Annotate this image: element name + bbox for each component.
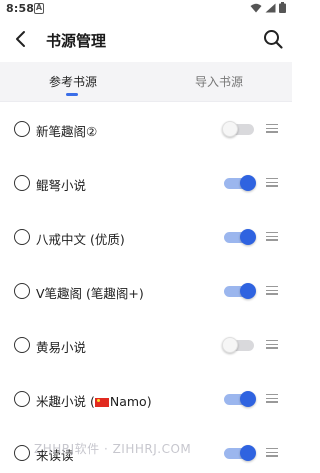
- list-item[interactable]: 新笔趣阁②: [0, 102, 292, 156]
- radio-button[interactable]: [14, 229, 30, 245]
- drag-handle-icon[interactable]: [266, 340, 278, 350]
- enable-toggle[interactable]: [222, 229, 256, 245]
- drag-handle-icon[interactable]: [266, 448, 278, 458]
- source-name: 新笔趣阁②: [36, 124, 98, 139]
- radio-button[interactable]: [14, 391, 30, 407]
- tab-reference-sources[interactable]: 参考书源: [0, 62, 146, 102]
- wifi-icon: [250, 3, 262, 12]
- list-item[interactable]: 米趣小说 ( Namo): [0, 372, 292, 426]
- enable-toggle[interactable]: [222, 391, 256, 407]
- tab-import-sources[interactable]: 导入书源: [146, 62, 292, 102]
- radio-button[interactable]: [14, 445, 30, 461]
- source-name: 米趣小说 ( Namo): [36, 391, 152, 410]
- enable-toggle[interactable]: [222, 445, 256, 461]
- back-arrow-icon[interactable]: [10, 28, 32, 50]
- source-name: 鲲弩小说: [36, 178, 87, 193]
- list-item[interactable]: 鲲弩小说: [0, 156, 292, 210]
- source-name: 黄易小说: [36, 340, 87, 355]
- radio-button[interactable]: [14, 283, 30, 299]
- enable-toggle[interactable]: [222, 283, 256, 299]
- radio-button[interactable]: [14, 121, 30, 137]
- drag-handle-icon[interactable]: [266, 232, 278, 242]
- source-name-prefix: 米趣小说 (: [36, 394, 95, 409]
- china-flag-icon: [94, 398, 109, 407]
- source-tabs: 参考书源 导入书源: [0, 62, 292, 102]
- list-item[interactable]: 八戒中文 (优质): [0, 210, 292, 264]
- page-title: 书源管理: [46, 32, 107, 50]
- status-icons: [250, 2, 286, 13]
- source-name: 八戒中文 (优质): [36, 232, 125, 247]
- enable-toggle[interactable]: [222, 121, 256, 137]
- list-item[interactable]: 黄易小说: [0, 318, 292, 372]
- tab-label: 导入书源: [194, 75, 243, 89]
- cell-signal-icon: [265, 3, 276, 12]
- radio-button[interactable]: [14, 337, 30, 353]
- status-bar: 8:58 A: [0, 0, 292, 18]
- source-name-suffix: Namo): [109, 394, 152, 409]
- drag-handle-icon[interactable]: [266, 178, 278, 188]
- watermark: ZHHRJ软件 · ZIHHRJ.COM: [34, 442, 192, 456]
- tab-label: 参考书源: [48, 75, 97, 89]
- drag-handle-icon[interactable]: [266, 124, 278, 134]
- battery-icon: [279, 2, 286, 13]
- radio-button[interactable]: [14, 175, 30, 191]
- drag-handle-icon[interactable]: [266, 286, 278, 296]
- app-bar: 书源管理: [0, 18, 292, 62]
- search-icon[interactable]: [262, 28, 284, 50]
- status-time: 8:58: [6, 2, 35, 15]
- enable-toggle[interactable]: [222, 337, 256, 353]
- drag-handle-icon[interactable]: [266, 394, 278, 404]
- notification-a-icon: A: [34, 3, 44, 14]
- source-name: V笔趣阁 (笔趣阁+): [36, 286, 144, 301]
- enable-toggle[interactable]: [222, 175, 256, 191]
- tab-selected-indicator: [66, 93, 78, 96]
- source-list: 新笔趣阁② 鲲弩小说 八戒中文 (优质) V笔趣阁 (笔趣阁+) 黄易小说 米趣…: [0, 102, 292, 473]
- list-item[interactable]: V笔趣阁 (笔趣阁+): [0, 264, 292, 318]
